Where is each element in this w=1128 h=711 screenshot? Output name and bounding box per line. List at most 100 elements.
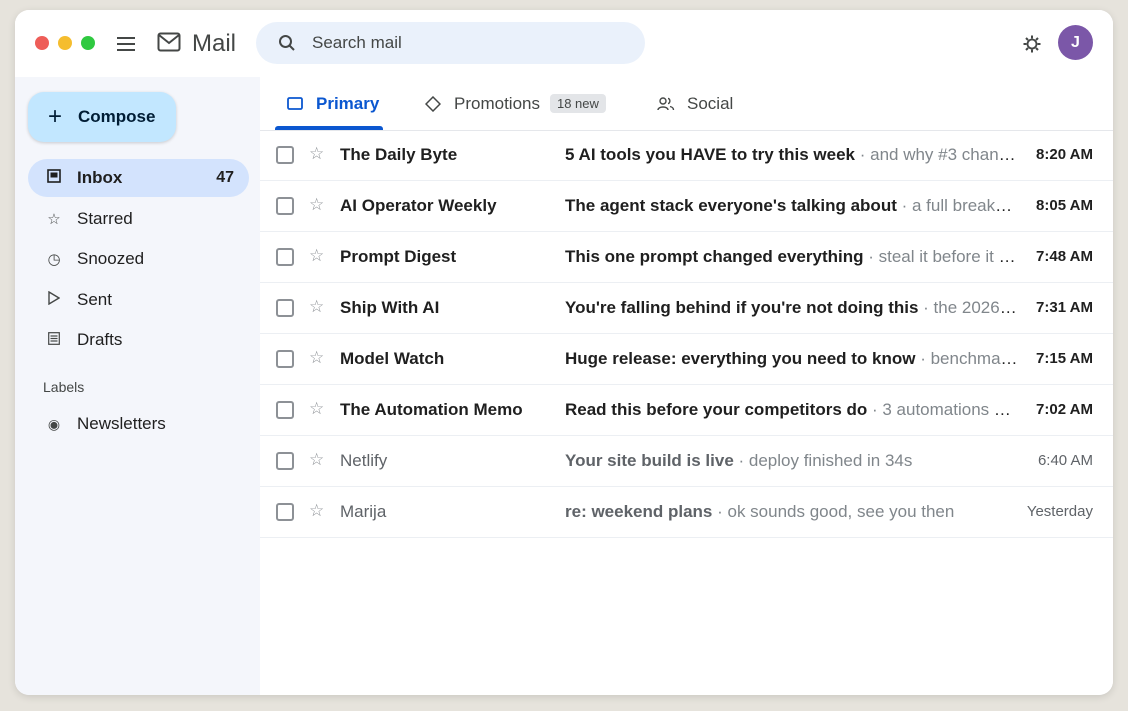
tab-social[interactable]: Social (657, 77, 733, 130)
window-controls (35, 36, 95, 50)
select-checkbox[interactable] (276, 350, 294, 368)
email-subject: Your site build is live (565, 451, 734, 470)
select-checkbox[interactable] (276, 248, 294, 266)
select-checkbox[interactable] (276, 197, 294, 215)
sidebar-nav: Inbox 47 ☆ Starred ◷ Snoozed Sent Drafts (28, 159, 249, 362)
snippet-separator: · (712, 502, 728, 521)
labels-heading: Labels (43, 379, 85, 395)
email-sender: Model Watch (340, 349, 445, 368)
menu-icon[interactable] (116, 34, 138, 54)
email-snippet: ok sounds good, see you then (727, 502, 955, 521)
select-checkbox[interactable] (276, 503, 294, 521)
email-subject: The agent stack everyone's talking about (565, 196, 897, 215)
tab-label: Social (687, 93, 734, 113)
select-checkbox[interactable] (276, 146, 294, 164)
gear-icon[interactable] (1022, 34, 1042, 54)
email-content: 5 AI tools you HAVE to try this week · a… (565, 145, 1020, 165)
star-icon[interactable]: ☆ (309, 246, 324, 266)
draft-icon (43, 331, 65, 349)
sidebar-item-label: Starred (77, 208, 133, 228)
email-row[interactable]: ☆ Prompt Digest This one prompt changed ev… (260, 232, 1113, 283)
star-icon[interactable]: ☆ (309, 297, 324, 317)
sidebar-item-label: Drafts (77, 330, 123, 350)
compose-button[interactable]: + Compose (28, 92, 176, 142)
minimize-window-button[interactable] (58, 36, 72, 50)
search-bar[interactable] (256, 22, 645, 64)
email-subject: You're falling behind if you're not doin… (565, 298, 919, 317)
star-icon[interactable]: ☆ (309, 348, 324, 368)
email-time: Yesterday (1026, 503, 1093, 520)
unread-count: 47 (216, 169, 234, 186)
email-row[interactable]: ☆ The Daily Byte 5 AI tools you HAVE to tr… (260, 130, 1113, 181)
sidebar-item-label: Inbox (77, 168, 123, 187)
email-subject: This one prompt changed everything (565, 247, 864, 266)
sidebar-item-newsletters[interactable]: ◉ Newsletters (28, 405, 249, 443)
email-time: 7:02 AM (1036, 401, 1093, 418)
compose-label: Compose (78, 107, 156, 126)
email-list: ☆ The Daily Byte 5 AI tools you HAVE to tr… (260, 130, 1113, 538)
email-subject: re: weekend plans (565, 502, 713, 521)
email-subject: Read this before your competitors do (565, 400, 868, 419)
sidebar-item-drafts[interactable]: Drafts (28, 321, 249, 359)
tab-primary[interactable]: Primary (286, 77, 379, 130)
select-checkbox[interactable] (276, 401, 294, 419)
app-title: Mail (192, 30, 237, 57)
plus-icon: + (48, 103, 63, 130)
sidebar-item-sent[interactable]: Sent (28, 281, 249, 319)
select-checkbox[interactable] (276, 299, 294, 317)
top-bar: Mail Search mail J (15, 10, 1113, 77)
email-time: 7:31 AM (1036, 299, 1093, 316)
star-icon[interactable]: ☆ (309, 501, 324, 521)
email-time: 7:48 AM (1036, 248, 1093, 265)
envelope-icon (157, 32, 181, 57)
email-snippet: deploy finished in 34s (748, 451, 913, 470)
email-sender: Marija (340, 502, 387, 521)
sidebar: + Compose Inbox 47 ☆ Starred ◷ Snoozed S… (15, 77, 260, 695)
email-row[interactable]: ☆ The Automation Memo Read this before you… (260, 385, 1113, 436)
snippet-separator: · (855, 145, 871, 164)
sidebar-item-inbox[interactable]: Inbox 47 (28, 159, 249, 197)
mail-main: Primary Promotions 18 new Social ☆ The Da… (260, 77, 1113, 695)
sidebar-item-starred[interactable]: ☆ Starred (28, 200, 249, 238)
tag-icon (424, 95, 442, 113)
email-snippet: a full breakdown of the tools (911, 196, 1020, 215)
sidebar-item-snoozed[interactable]: ◷ Snoozed (28, 240, 249, 278)
email-snippet: steal it before it goes viral (878, 247, 1020, 266)
avatar[interactable]: J (1058, 25, 1093, 60)
email-sender: Prompt Digest (340, 247, 457, 266)
new-count-badge: 18 new (549, 94, 606, 113)
email-content: re: weekend plans · ok sounds good, see … (565, 502, 1020, 522)
search-input[interactable] (310, 32, 614, 54)
email-row[interactable]: ☆ Marija re: weekend plans · ok sounds goo… (260, 487, 1113, 538)
email-row[interactable]: ☆ Ship With AI You're falling behind if yo… (260, 283, 1113, 334)
snippet-separator: · (915, 349, 931, 368)
email-time: 6:40 AM (1037, 452, 1093, 469)
email-content: This one prompt changed everything · ste… (565, 247, 1020, 267)
category-tabs: Primary Promotions 18 new Social (260, 77, 1113, 131)
email-row[interactable]: ☆ Netlify Your site build is live · deploy… (260, 436, 1113, 487)
email-sender: AI Operator Weekly (340, 196, 497, 215)
send-icon (43, 290, 65, 309)
star-icon[interactable]: ☆ (309, 195, 324, 215)
maximize-window-button[interactable] (81, 36, 95, 50)
select-checkbox[interactable] (276, 452, 294, 470)
email-row[interactable]: ☆ Model Watch Huge release: everything you… (260, 334, 1113, 385)
email-content: Read this before your competitors do · 3… (565, 400, 1020, 420)
star-icon[interactable]: ☆ (309, 399, 324, 419)
email-row[interactable]: ☆ AI Operator Weekly The agent stack every… (260, 181, 1113, 232)
email-sender: Ship With AI (340, 298, 440, 317)
search-icon[interactable] (278, 34, 296, 52)
mail-window: Mail Search mail J + Compose Inbox 47 ☆ … (15, 10, 1113, 695)
star-icon[interactable]: ☆ (309, 450, 324, 470)
email-content: Huge release: everything you need to kno… (565, 349, 1020, 369)
email-snippet: and why #3 changes everything (870, 145, 1020, 164)
star-icon[interactable]: ☆ (309, 144, 324, 164)
tab-promotions[interactable]: Promotions 18 new (424, 77, 606, 130)
close-window-button[interactable] (35, 36, 49, 50)
sidebar-item-label: Newsletters (77, 414, 166, 433)
email-snippet: benchmarks, pricing, and more (930, 349, 1020, 368)
email-sender: The Automation Memo (340, 400, 523, 419)
email-subject: Huge release: everything you need to kno… (565, 349, 916, 368)
snippet-separator: · (896, 196, 912, 215)
star-icon: ☆ (47, 210, 61, 228)
